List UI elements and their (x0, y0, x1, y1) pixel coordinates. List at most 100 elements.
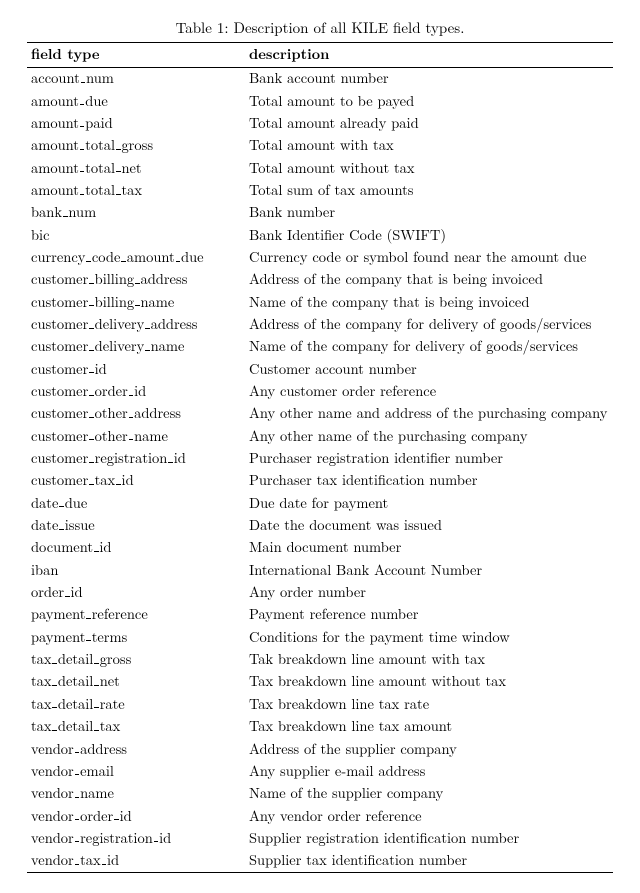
field-type-cell: paymentterms (27, 626, 245, 648)
field-type-value: vendortaxid (31, 850, 119, 870)
field-type-cell: taxdetailtax (27, 716, 245, 738)
underscore-icon (89, 405, 94, 418)
underscore-icon (154, 829, 159, 842)
table-row: currencycodeamountdue Currency code or sy… (27, 247, 613, 269)
table-row: amounttotalgross Total amount with tax (27, 135, 613, 157)
table-row: bicBank Identifier Code (SWIFT) (27, 224, 613, 246)
underscore-icon (65, 583, 70, 596)
underscore-icon (94, 539, 99, 552)
field-type-value: amountdue (31, 91, 108, 111)
field-type-cell: accountnum (27, 67, 245, 90)
underscore-icon (86, 248, 91, 261)
field-type-cell: taxdetailrate (27, 693, 245, 715)
table-row: datedueDue date for payment (27, 492, 613, 514)
underscore-icon (52, 650, 57, 663)
underscore-icon (89, 449, 94, 462)
table-row: amountdueTotal amount to be payed (27, 90, 613, 112)
kile-table: field type description accountnumBank ac… (27, 42, 613, 873)
underscore-icon (52, 695, 57, 708)
description-cell: Total amount already paid (245, 113, 613, 135)
description-cell: Total amount with tax (245, 135, 613, 157)
table-row: taxdetailnetTax breakdown line amount wi… (27, 671, 613, 693)
underscore-icon (116, 472, 121, 485)
description-cell: Supplier registration identification num… (245, 828, 613, 850)
underscore-icon (89, 315, 94, 328)
table-row: documentid Main document number (27, 537, 613, 559)
description-cell: Date the document was issued (245, 515, 613, 537)
field-type-cell: vendoremail (27, 760, 245, 782)
field-type-cell: bic (27, 224, 245, 246)
field-type-value: customerbillingaddress (31, 269, 187, 289)
field-type-value: customerregistrationid (31, 448, 186, 468)
field-type-cell: dateissue (27, 515, 245, 537)
field-type-value: customerid (31, 359, 107, 379)
field-type-cell: amountdue (27, 90, 245, 112)
header-description: description (245, 43, 613, 68)
table-row: paymenttermsConditions for the payment t… (27, 626, 613, 648)
description-cell: Customer account number (245, 358, 613, 380)
underscore-icon (86, 628, 91, 641)
field-type-value: amountpaid (31, 113, 113, 133)
table-header-row: field type description (27, 43, 613, 68)
field-type-cell: amounttotalnet (27, 157, 245, 179)
table-row: customerid Customer account number (27, 358, 613, 380)
table-row: customerdeliverynameName of the company … (27, 336, 613, 358)
table-row: customerbillingaddressAddress of the com… (27, 269, 613, 291)
table-row: vendoraddressAddress of the supplier com… (27, 738, 613, 760)
table-row: paymentreferencePayment reference number (27, 604, 613, 626)
field-type-cell: amounttotalgross (27, 135, 245, 157)
description-cell: Supplier tax identification number (245, 850, 613, 873)
description-cell: Address of the company for delivery of g… (245, 314, 613, 336)
underscore-icon (176, 248, 181, 261)
description-cell: Any other name and address of the purcha… (245, 403, 613, 425)
underscore-icon (94, 717, 99, 730)
underscore-icon (145, 315, 150, 328)
description-cell: Main document number (245, 537, 613, 559)
field-type-value: customerotheraddress (31, 403, 181, 423)
field-type-cell: customerbillingaddress (27, 269, 245, 291)
underscore-icon (89, 271, 94, 284)
field-type-cell: customerdeliveryaddress (27, 314, 245, 336)
field-type-cell: customerdeliveryname (27, 336, 245, 358)
field-type-cell: paymentreference (27, 604, 245, 626)
field-type-value: accountnum (31, 68, 114, 88)
underscore-icon (52, 673, 57, 686)
underscore-icon (80, 137, 85, 150)
table-row: vendortaxid Supplier tax identification n… (27, 850, 613, 873)
field-type-value: currencycodeamountdue (31, 247, 204, 267)
field-type-value: vendoremail (31, 761, 114, 781)
field-type-value: vendorname (31, 783, 114, 803)
underscore-icon (75, 829, 80, 842)
underscore-icon (121, 248, 126, 261)
field-type-value: dateissue (31, 515, 95, 535)
underscore-icon (129, 427, 134, 440)
underscore-icon (75, 762, 80, 775)
description-cell: Purchaser tax identification number (245, 470, 613, 492)
field-type-value: taxdetailtax (31, 716, 120, 736)
description-cell: Total sum of tax amounts (245, 180, 613, 202)
description-cell: Currency code or symbol found near the a… (245, 247, 613, 269)
underscore-icon (89, 472, 94, 485)
table-row: taxdetailrateTax breakdown line tax rate (27, 693, 613, 715)
table-row: accountnumBank account number (27, 67, 613, 90)
description-cell: Any other name of the purchasing company (245, 425, 613, 447)
description-cell: Payment reference number (245, 604, 613, 626)
underscore-icon (80, 159, 85, 172)
field-type-cell: customerbillingname (27, 291, 245, 313)
description-cell: Total amount without tax (245, 157, 613, 179)
description-cell: International Bank Account Number (245, 559, 613, 581)
field-type-value: customerbillingname (31, 292, 174, 312)
field-type-value: documentid (31, 537, 111, 557)
field-type-value: amounttotalgross (31, 135, 153, 155)
underscore-icon (75, 784, 80, 797)
table-row: banknumBank number (27, 202, 613, 224)
table-row: orderidAny order number (27, 582, 613, 604)
underscore-icon (129, 382, 134, 395)
field-type-value: taxdetailnet (31, 671, 120, 691)
description-cell: Due date for payment (245, 492, 613, 514)
description-cell: Any vendor order reference (245, 805, 613, 827)
field-type-cell: customerotheraddress (27, 403, 245, 425)
field-type-value: vendorregistrationid (31, 828, 171, 848)
field-type-value: vendororderid (31, 806, 132, 826)
table-row: customerothernameAny other name of the p… (27, 425, 613, 447)
